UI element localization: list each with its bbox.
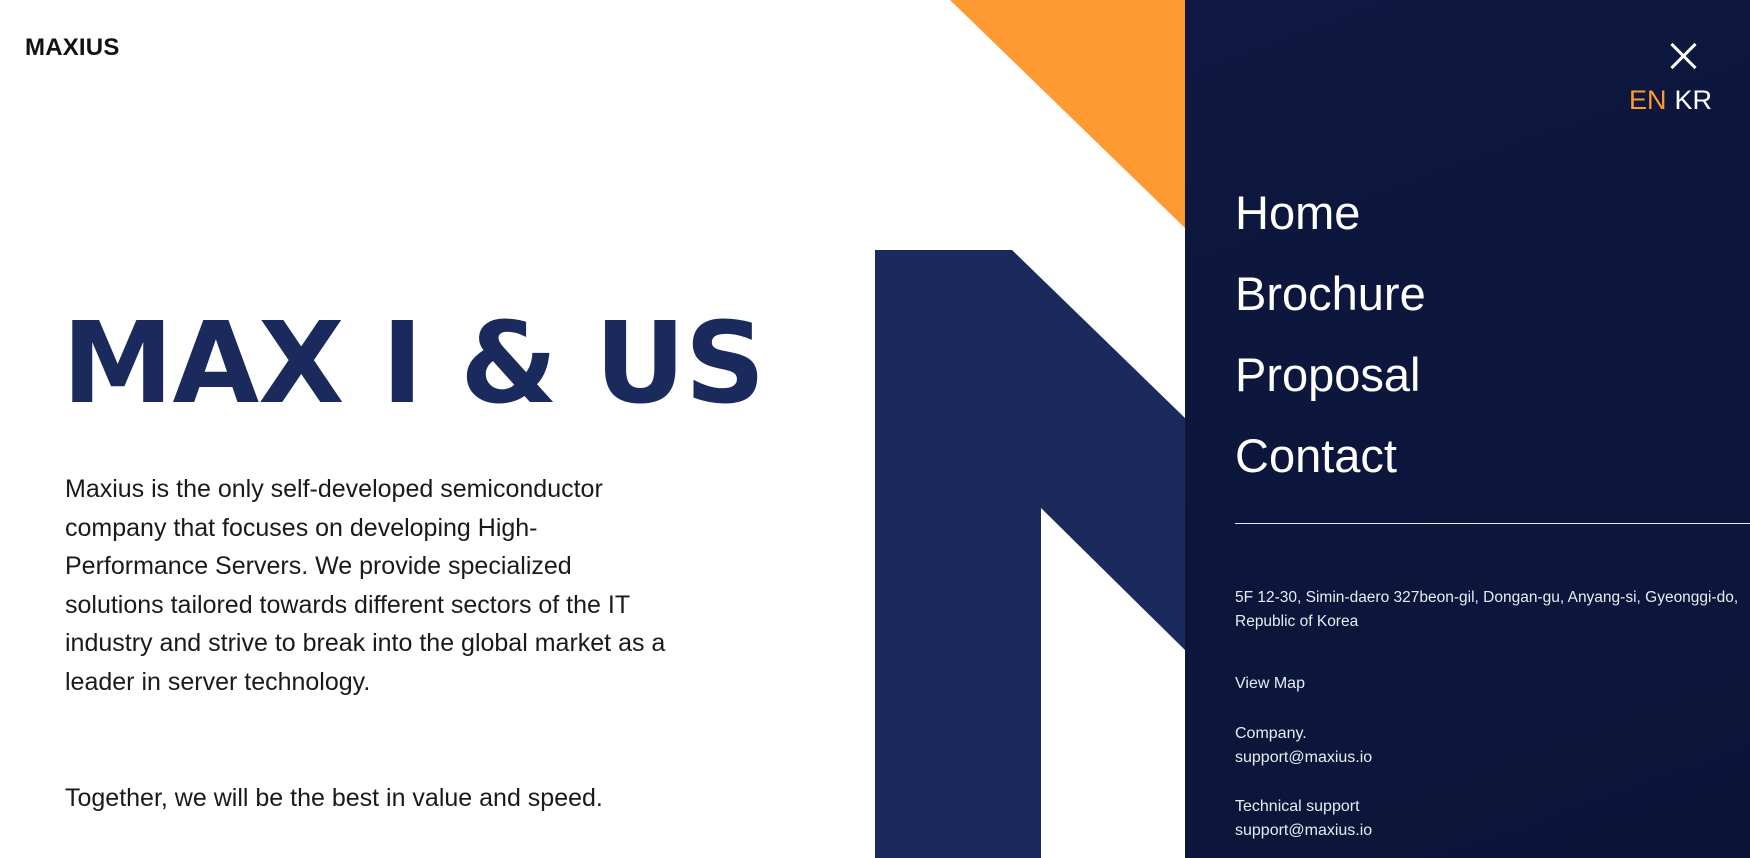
nav-item-contact[interactable]: Contact — [1235, 415, 1426, 496]
language-en[interactable]: EN — [1629, 85, 1667, 115]
company-contact-label: Company. — [1235, 725, 1307, 742]
orange-triangle-shape — [950, 0, 1185, 228]
hero-description: Maxius is the only self-developed semico… — [65, 475, 666, 696]
hero-title: MAX I & US — [62, 299, 765, 429]
language-kr[interactable]: KR — [1675, 85, 1713, 115]
technical-support-email-link[interactable]: support@maxius.io — [1235, 819, 1372, 843]
menu-divider — [1235, 523, 1750, 524]
page: MAXIUS MAX I & US Maxius is the only sel… — [0, 0, 1750, 858]
company-email-link[interactable]: support@maxius.io — [1235, 746, 1372, 770]
technical-support-contact: Technical support support@maxius.io — [1235, 795, 1372, 843]
company-contact: Company. support@maxius.io — [1235, 722, 1372, 770]
main-nav: Home Brochure Proposal Contact — [1235, 172, 1426, 496]
language-switcher: EN KR — [1629, 84, 1712, 116]
nav-item-brochure[interactable]: Brochure — [1235, 253, 1426, 334]
hero-tagline: Together, we will be the best in value a… — [65, 784, 603, 812]
nav-item-proposal[interactable]: Proposal — [1235, 334, 1426, 415]
technical-support-label: Technical support — [1235, 798, 1360, 815]
logo[interactable]: MAXIUS — [25, 34, 120, 62]
view-map-link[interactable]: View Map — [1235, 672, 1305, 696]
close-icon[interactable] — [1665, 38, 1701, 74]
side-menu-drawer: EN KR Home Brochure Proposal Contact 5F 1… — [1185, 0, 1750, 858]
n-letter-shape — [875, 250, 1185, 858]
nav-item-home[interactable]: Home — [1235, 172, 1426, 253]
company-address: 5F 12-30, Simin-daero 327beon-gil, Donga… — [1235, 589, 1739, 630]
